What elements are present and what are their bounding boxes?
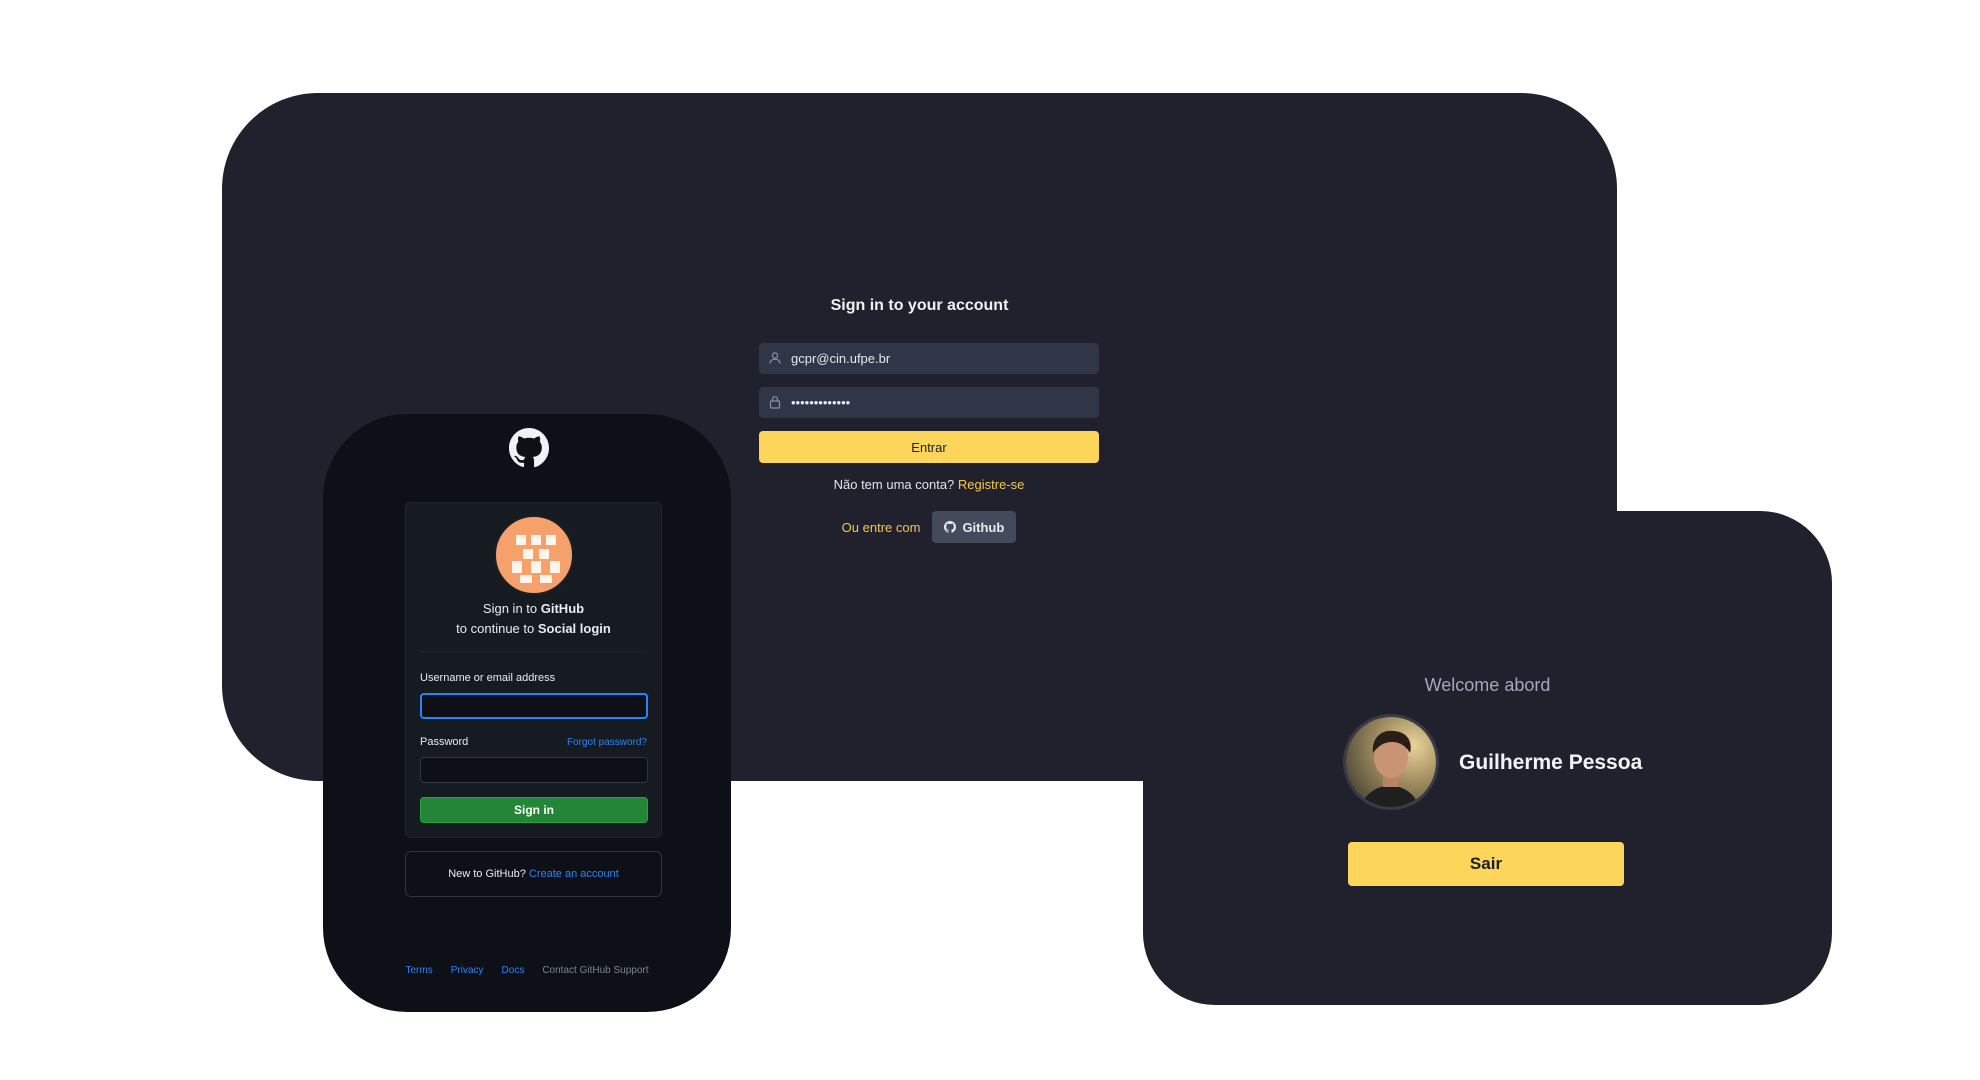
heading-brand: GitHub (540, 601, 585, 616)
logout-button[interactable]: Sair (1348, 842, 1624, 886)
create-account-link[interactable]: Create an account (529, 868, 619, 880)
github-icon (944, 521, 957, 533)
forgot-password-link[interactable]: Forgot password? (567, 737, 647, 748)
profile-avatar (1343, 714, 1439, 810)
subheading-app: Social login (537, 621, 611, 636)
welcome-panel: Welcome abord Guilherme Pessoa Sair (1143, 511, 1832, 1005)
username-input[interactable] (420, 693, 648, 719)
register-line: Não tem uma conta? Registre-se (759, 477, 1099, 492)
user-name: Guilherme Pessoa (1459, 751, 1643, 774)
github-login-box: Sign in to GitHub to continue to Social … (405, 502, 662, 838)
password-input[interactable] (420, 757, 648, 783)
alt-login-row: Ou entre com Github (759, 511, 1099, 543)
heading-prefix: Sign in to (482, 601, 538, 616)
no-account-text: Não tem uma conta? (833, 477, 955, 492)
lock-icon (769, 396, 781, 409)
email-input[interactable] (791, 351, 1099, 366)
user-icon (769, 352, 781, 364)
password-field[interactable]: ••••••••••••• (759, 387, 1099, 418)
footer-privacy-link[interactable]: Privacy (451, 965, 484, 976)
password-input[interactable]: ••••••••••••• (791, 395, 850, 410)
signin-form: ••••••••••••• Entrar Não tem uma conta? … (759, 343, 1099, 543)
entrar-button[interactable]: Entrar (759, 431, 1099, 463)
new-account-box: New to GitHub? Create an account (405, 851, 662, 897)
register-link[interactable]: Registre-se (958, 477, 1024, 492)
divider (420, 651, 647, 652)
github-login-button[interactable]: Github (932, 511, 1017, 543)
footer-support-link[interactable]: Contact GitHub Support (542, 965, 648, 976)
password-label: Password (420, 736, 469, 748)
signin-title: Sign in to your account (830, 297, 1009, 314)
github-logo-icon[interactable] (509, 428, 549, 468)
github-heading: Sign in to GitHub to continue to Social … (406, 599, 661, 639)
signin-button[interactable]: Sign in (420, 797, 648, 823)
footer-docs-link[interactable]: Docs (502, 965, 525, 976)
alt-login-text: Ou entre com (841, 519, 921, 535)
username-label: Username or email address (420, 672, 556, 684)
subheading-prefix: to continue to (456, 621, 535, 636)
footer-terms-link[interactable]: Terms (406, 965, 433, 976)
github-login-panel: Sign in to GitHub to continue to Social … (323, 414, 731, 1012)
github-button-label: Github (962, 519, 1005, 535)
email-field[interactable] (759, 343, 1099, 374)
welcome-title: Welcome abord (1424, 675, 1551, 695)
new-to-github-text: New to GitHub? (448, 868, 526, 880)
github-footer: Terms Privacy Docs Contact GitHub Suppor… (323, 965, 731, 976)
identicon-avatar (494, 515, 574, 595)
